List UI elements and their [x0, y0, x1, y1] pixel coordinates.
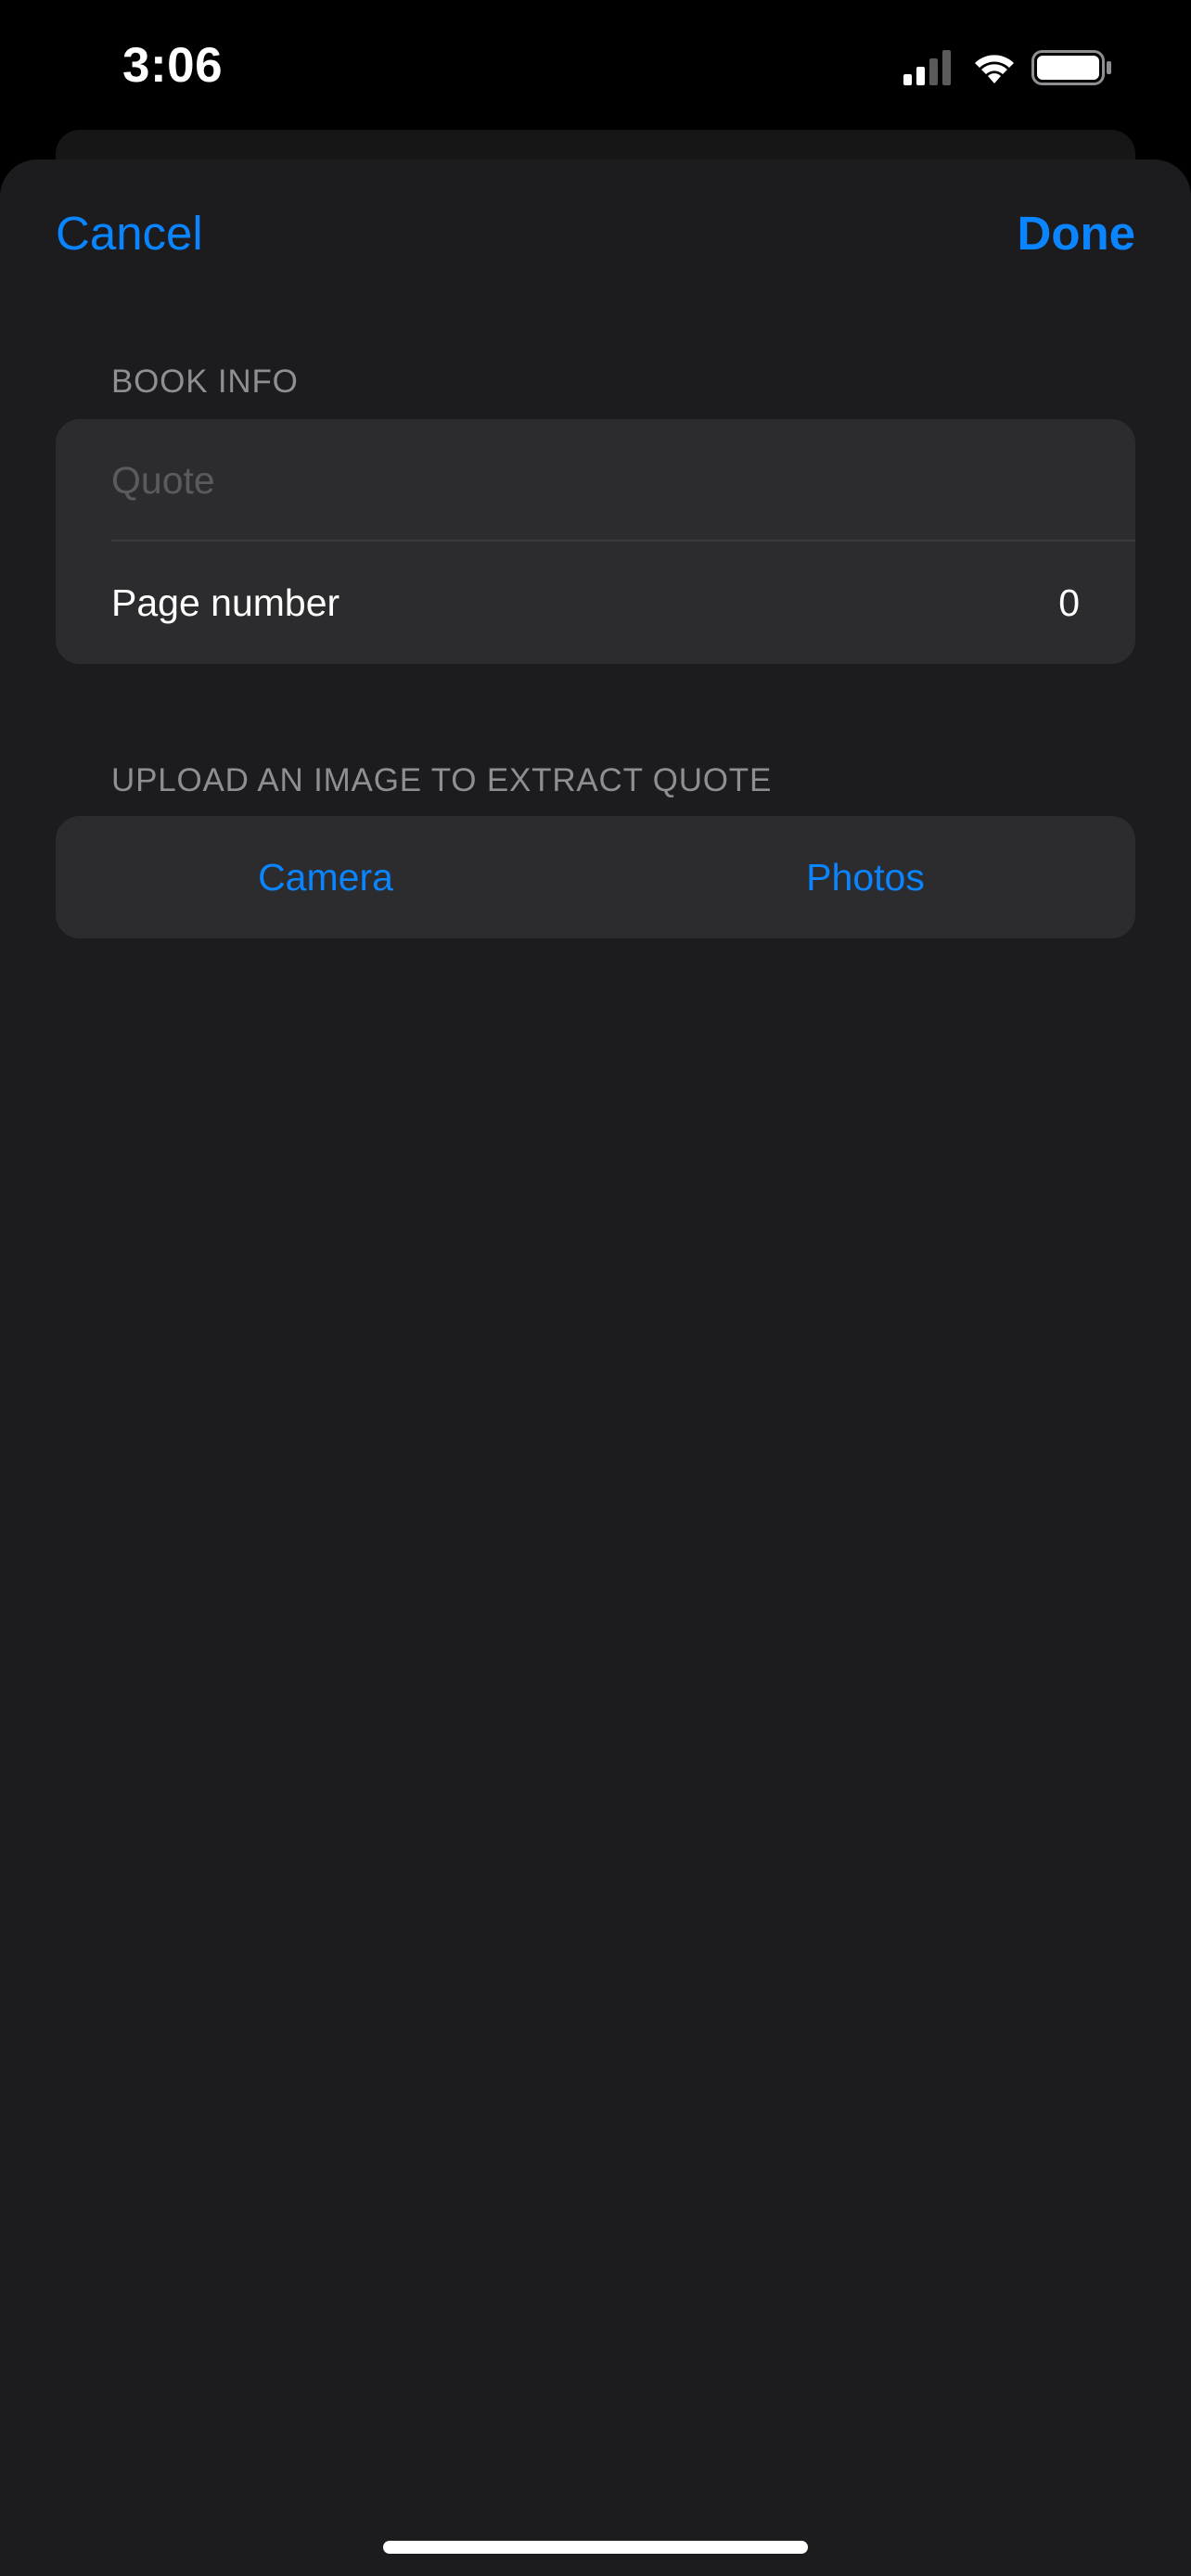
camera-button[interactable]: Camera: [56, 816, 596, 938]
upload-row: Camera Photos: [56, 816, 1135, 938]
page-number-row[interactable]: Page number 0: [56, 542, 1135, 664]
wifi-icon: [975, 55, 1014, 83]
page-number-label: Page number: [111, 580, 340, 624]
cellular-signal-icon: [903, 50, 951, 85]
home-indicator: [383, 2541, 808, 2554]
photos-button[interactable]: Photos: [596, 816, 1135, 938]
book-info-group: Page number 0: [56, 419, 1135, 664]
battery-full-icon: [1031, 50, 1111, 85]
screen: 3:06 Cancel Done BOOK INFO Quote Page nu…: [0, 0, 1191, 2576]
upload-group: Camera Photos: [56, 816, 1135, 938]
done-button[interactable]: Done: [1018, 206, 1136, 261]
status-icons: [903, 48, 1117, 85]
quote-input[interactable]: [111, 458, 1076, 503]
cancel-button[interactable]: Cancel: [56, 206, 203, 261]
quote-row: [56, 419, 1135, 542]
upload-header: UPLOAD AN IMAGE TO EXTRACT QUOTE: [111, 762, 773, 798]
page-number-value[interactable]: 0: [1058, 581, 1080, 625]
status-time: 3:06: [122, 38, 224, 93]
book-info-header: BOOK INFO: [111, 363, 299, 400]
